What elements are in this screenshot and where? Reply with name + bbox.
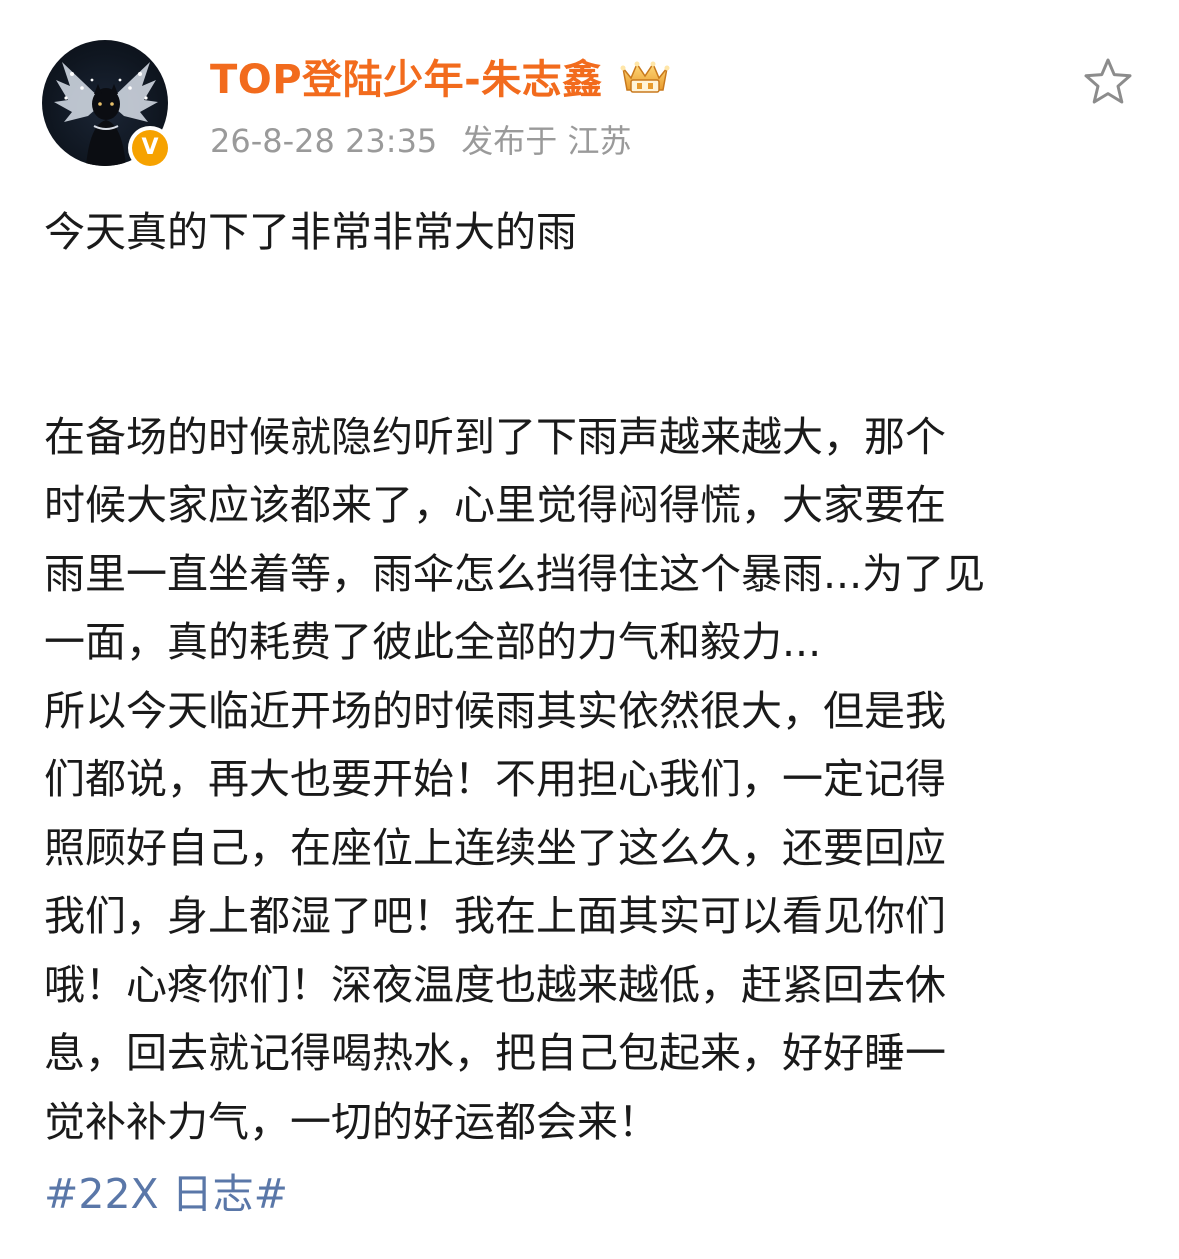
star-outline-icon[interactable] <box>1082 56 1134 108</box>
paragraph-line: 我们，身上都湿了吧！我在上面其实可以看见你们 <box>44 892 946 940</box>
post-location: 发布于 江苏 <box>461 122 632 160</box>
post-content: 今天真的下了非常非常大的雨 在备场的时候就隐约听到了下雨声越来越大，那个 时候大… <box>44 198 1144 1156</box>
paragraph-line: 时候大家应该都来了，心里觉得闷得慌，大家要在 <box>44 481 946 529</box>
author-row: TOP登陆少年-朱志鑫 <box>210 47 673 105</box>
post-meta: 26-8-28 23:35 发布于 江苏 <box>210 116 631 162</box>
paragraph-line: 一面，真的耗费了彼此全部的力气和毅力... <box>44 618 822 666</box>
paragraph-line: 今天真的下了非常非常大的雨 <box>44 208 577 256</box>
weibo-post: V TOP登陆少年-朱志鑫 26-8-28 23:35 发布于 江苏 今天真的下… <box>0 0 1179 1259</box>
crown-badge-icon[interactable] <box>617 56 673 96</box>
paragraph-line: 哦！心疼你们！深夜温度也越来越低，赶紧回去休 <box>44 960 946 1009</box>
hashtag-link[interactable]: #22X 日志# <box>44 1160 288 1228</box>
verified-badge: V <box>128 126 172 170</box>
paragraph-line: 雨里一直坐着等，雨伞怎么挡得住这个暴雨...为了见 <box>44 549 986 598</box>
paragraph-line: 照顾好自己，在座位上连续坐了这么久，还要回应 <box>44 823 946 872</box>
paragraph-line: 们都说，再大也要开始！不用担心我们，一定记得 <box>44 755 946 803</box>
post-timestamp: 26-8-28 23:35 <box>210 122 438 160</box>
verified-v-icon: V <box>132 130 168 166</box>
paragraph-line: 所以今天临近开场的时候雨其实依然很大，但是我 <box>44 686 946 735</box>
paragraph-line: 在备场的时候就隐约听到了下雨声越来越大，那个 <box>44 412 946 461</box>
paragraph-line: 觉补补力气，一切的好运都会来！ <box>44 1097 659 1146</box>
author-name[interactable]: TOP登陆少年-朱志鑫 <box>210 47 603 105</box>
paragraph-line: 息，回去就记得喝热水，把自己包起来，好好睡一 <box>44 1029 946 1077</box>
